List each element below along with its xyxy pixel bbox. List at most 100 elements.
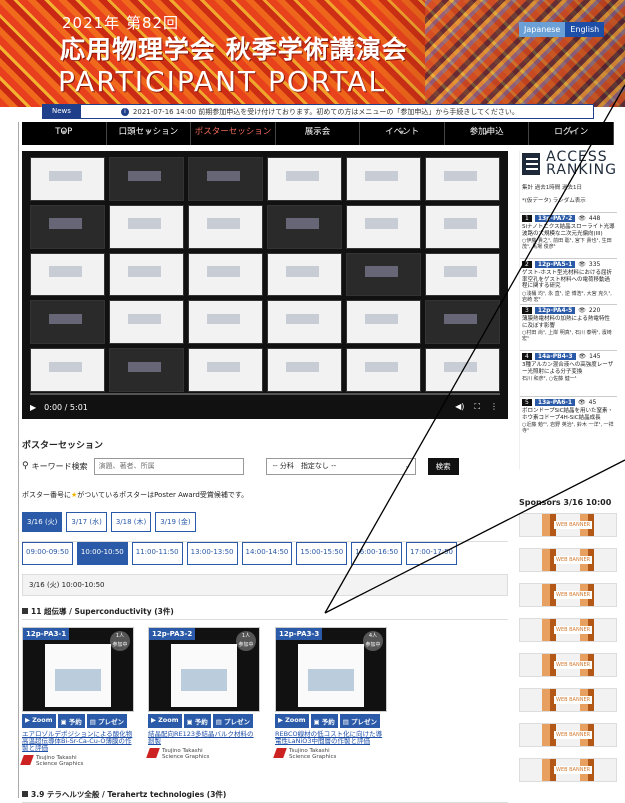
category-header[interactable]: 3.9 テラヘルツ全般 / Terahertz technologies (3件… xyxy=(22,789,508,803)
video-tile xyxy=(425,204,500,249)
fullscreen-icon[interactable]: ⛶ xyxy=(474,402,480,412)
news-tag: News xyxy=(42,104,81,119)
ranking-item[interactable]: 2 12p-PA5-1 👁 335 ゲスト-ホスト型光材料における屈折率空孔をゲスト材料… xyxy=(520,258,617,304)
ranking-title[interactable]: 3種アルカン混合液への高強度レーザー光照射による分子変換 xyxy=(522,362,615,375)
author-org: Science Graphics xyxy=(36,761,84,767)
sponsor-banner[interactable]: WEB BANNER xyxy=(519,513,617,537)
news-text[interactable]: 2021-07-16 14:00 前期参加申込を受け付けております。初めての方は… xyxy=(133,107,519,117)
ranking-item[interactable]: 1 13p-PA7-2 👁 448 Siナノトニクス結晶スローライト光導波路の大規模な二… xyxy=(520,212,617,258)
video-tile xyxy=(346,252,421,297)
zoom-button[interactable]: ▶ Zoom xyxy=(275,714,309,728)
video-tile xyxy=(346,300,421,345)
video-tile xyxy=(346,204,421,249)
poster-id[interactable]: 13a-PA6-1 xyxy=(534,399,576,406)
video-tile xyxy=(346,348,421,392)
poster-title[interactable]: REBCO線材の低コスト化に向けた導電性LaNiO3中間層の作製と評価 xyxy=(275,731,387,745)
lang-japanese-button[interactable]: Japanese xyxy=(519,22,566,37)
tab-time[interactable]: 10:00-10:50 xyxy=(76,542,128,565)
nav-oral-session[interactable]: 口頭セッション ▼ xyxy=(107,122,192,145)
poster-id[interactable]: 12p-PA4-5 xyxy=(534,307,576,314)
poster-card: 12p-PA3-3 4人 参加中 ▶ Zoom ▣ 予約 ▤ プレゼン REBCO線材の… xyxy=(273,627,387,760)
video-tile xyxy=(30,252,105,297)
presentation-button[interactable]: ▤ プレゼン xyxy=(339,714,380,728)
chevron-down-icon: ▼ xyxy=(400,130,405,136)
eye-icon: 👁 xyxy=(578,307,586,314)
volume-icon[interactable]: ◀) xyxy=(455,402,464,412)
poster-id: 12p-PA3-1 xyxy=(23,628,70,640)
sponsor-banner[interactable]: WEB BANNER xyxy=(519,688,617,712)
sponsor-banner[interactable]: WEB BANNER xyxy=(519,583,617,607)
search-icon: ⚲ xyxy=(22,461,29,471)
reserve-button[interactable]: ▣ 予約 xyxy=(183,714,211,728)
lang-english-button[interactable]: English xyxy=(565,22,605,37)
poster-id[interactable]: 14a-PB4-3 xyxy=(534,353,576,360)
sponsor-banner[interactable]: WEB BANNER xyxy=(519,548,617,572)
sponsor-banner[interactable]: WEB BANNER xyxy=(519,758,617,782)
ranking-item[interactable]: 4 14a-PB4-3 👁 145 3種アルカン混合液への高強度レーザー光照射による分子… xyxy=(520,350,617,396)
news-bar: News i 2021-07-16 14:00 前期参加申込を受け付けております… xyxy=(42,104,594,119)
ranking-title[interactable]: ボロンドープSiC結晶を用いた窒素・ホウ素コドープ4H-SiC結晶成長 xyxy=(522,408,615,421)
play-icon[interactable]: ▶ xyxy=(30,403,36,412)
poster-title[interactable]: 結晶配向RE123多結晶バルク材料の創製 xyxy=(148,731,260,745)
tab-time[interactable]: 09:00-09:50 xyxy=(22,542,73,565)
keyword-search-input[interactable] xyxy=(93,457,244,475)
tab-time[interactable]: 11:00-11:50 xyxy=(131,542,183,565)
category-header[interactable]: 11 超伝導 / Superconductivity (3件) xyxy=(22,606,508,620)
poster-image xyxy=(298,644,364,707)
ranking-item[interactable]: 5 13a-PA6-1 👁 45 ボロンドープSiC結晶を用いた窒素・ホウ素コドープ4H… xyxy=(520,396,617,442)
poster-id[interactable]: 13p-PA7-2 xyxy=(534,215,576,222)
poster-thumbnail[interactable]: 12p-PA3-3 4人 参加中 xyxy=(275,627,387,712)
tab-day[interactable]: 3/17 (水) xyxy=(66,512,107,532)
tab-time[interactable]: 15:00-15:50 xyxy=(296,542,348,565)
nav-top[interactable]: TOP ▼ xyxy=(22,122,107,145)
poster-title[interactable]: エアロゾルデポジションによる酸化物高温超伝導体Bi-Sr-Ca-Cu-O薄膜の作… xyxy=(22,731,134,752)
reserve-button[interactable]: ▣ 予約 xyxy=(310,714,338,728)
ranking-period[interactable]: 集計 過去1時間 過去1日 xyxy=(520,183,617,191)
video-tile xyxy=(30,348,105,392)
presentation-button[interactable]: ▤ プレゼン xyxy=(212,714,253,728)
video-tile xyxy=(188,252,263,297)
nav-login[interactable]: ログイン ▼ xyxy=(529,122,615,145)
sponsor-banner[interactable]: WEB BANNER xyxy=(519,653,617,677)
reserve-button[interactable]: ▣ 予約 xyxy=(57,714,85,728)
nav-registration[interactable]: 参加申込 ▼ xyxy=(445,122,530,145)
banner-label: WEB BANNER xyxy=(554,731,593,739)
video-tile xyxy=(109,252,184,297)
more-options-icon[interactable]: ⋮ xyxy=(490,402,498,412)
poster-id[interactable]: 12p-PA5-1 xyxy=(534,261,576,268)
ranking-authors: ○浅桶 均¹, 永 直¹, 逆 博浩², 大宮 克久¹, 岩崎 宏² xyxy=(522,290,612,303)
day-tabs: 3/16 (火) 3/17 (水) 3/18 (木) 3/19 (金) xyxy=(22,512,196,532)
nav-poster-session[interactable]: ポスターセッション xyxy=(191,122,276,145)
header-decoration xyxy=(425,0,625,107)
sponsors-title: Sponsors 3/16 10:00 xyxy=(519,498,612,507)
ranking-title[interactable]: ゲスト-ホスト型光材料における屈折率空孔をゲスト材料への電荷移動過程に関する研究 xyxy=(522,270,615,290)
sponsor-banner[interactable]: WEB BANNER xyxy=(519,723,617,747)
division-select[interactable]: -- 分科 指定なし -- ⌄ xyxy=(265,457,416,475)
ranking-title[interactable]: 薄膜熱電材料の加熱による熱電特性に及ぼす影響 xyxy=(522,316,615,329)
nav-event[interactable]: イベント ▼ xyxy=(360,122,445,145)
tab-day[interactable]: 3/16 (火) xyxy=(22,512,63,532)
intro-video-player[interactable]: ▶ 0:00 / 5:01 ◀) ⛶ ⋮ xyxy=(22,151,508,419)
poster-thumbnail[interactable]: 12p-PA3-2 1人 参加中 xyxy=(148,627,260,712)
tab-time[interactable]: 14:00-14:50 xyxy=(241,542,293,565)
search-button[interactable]: 検索 xyxy=(427,457,459,475)
tab-day[interactable]: 3/18 (木) xyxy=(110,512,152,532)
zoom-button[interactable]: ▶ Zoom xyxy=(148,714,182,728)
zoom-button[interactable]: ▶ Zoom xyxy=(22,714,56,728)
presentation-button[interactable]: ▤ プレゼン xyxy=(86,714,127,728)
eye-icon: 👁 xyxy=(578,215,586,222)
ranking-item[interactable]: 3 12p-PA4-5 👁 220 薄膜熱電材料の加熱による熱電特性に及ぼす影響 ○村田 … xyxy=(520,304,617,350)
view-count: 335 xyxy=(588,261,601,268)
poster-thumbnail[interactable]: 12p-PA3-1 1人 参加中 xyxy=(22,627,134,712)
ranking-title[interactable]: Siナノトニクス結晶スローライト光導波路の大規模な二次元光偏向(III) xyxy=(522,224,615,237)
tab-time[interactable]: 16:00-16:50 xyxy=(351,542,403,565)
nav-exhibition[interactable]: 展示会 ▼ xyxy=(276,122,361,145)
chevron-down-icon: ▼ xyxy=(315,130,320,136)
sponsor-banner[interactable]: WEB BANNER xyxy=(519,618,617,642)
tab-time[interactable]: 17:00-17:50 xyxy=(406,542,457,565)
video-tile xyxy=(30,300,105,345)
banner-label: WEB BANNER xyxy=(554,766,593,774)
rank-number: 1 xyxy=(522,215,532,222)
tab-day[interactable]: 3/19 (金) xyxy=(155,512,196,532)
tab-time[interactable]: 13:00-13:50 xyxy=(186,542,238,565)
